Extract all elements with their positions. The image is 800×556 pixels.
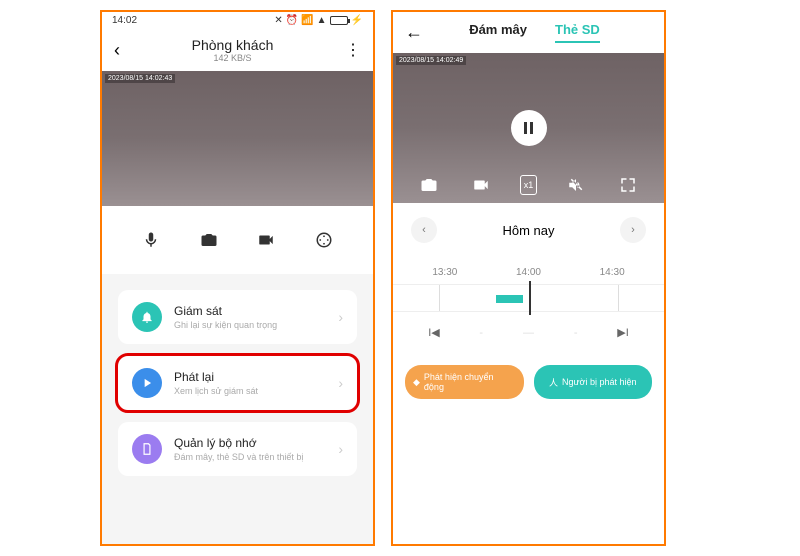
status-right: ✕ ⏰ 📶 ▲ ⚡ (274, 15, 363, 26)
phone-left: 14:02 ✕ ⏰ 📶 ▲ ⚡ ‹ Phòng khách 142 KB/S ⋮… (100, 10, 375, 546)
menu-item-sub: Đám mây, thẻ SD và trên thiết bị (174, 452, 338, 462)
bitrate-label: 142 KB/S (120, 53, 345, 63)
bell-icon (132, 302, 162, 332)
person-icon: 人 (549, 376, 558, 389)
person-filter-pill[interactable]: 人 Người bị phát hiện (534, 365, 653, 399)
ptz-button[interactable] (312, 228, 336, 252)
tab-sd[interactable]: Thẻ SD (555, 22, 600, 43)
skip-prev-button[interactable]: I◀ (419, 326, 449, 339)
header: ‹ Phòng khách 142 KB/S ⋮ (102, 29, 373, 71)
back-button[interactable]: ← (405, 22, 423, 43)
rewind-button[interactable]: - (466, 327, 496, 339)
camera-timestamp: 2023/08/15 14:02:49 (396, 56, 466, 65)
date-label: Hôm nay (502, 223, 554, 238)
chevron-right-icon: › (338, 375, 343, 391)
camera-timestamp: 2023/08/15 14:02:43 (105, 74, 175, 83)
mute-icon[interactable] (562, 175, 590, 195)
forward-button[interactable]: - (561, 327, 591, 339)
menu-item-sub: Xem lịch sử giám sát (174, 386, 338, 396)
menu-item-sub: Ghi lại sự kiện quan trọng (174, 320, 338, 330)
playback-preview[interactable]: 2023/08/15 14:02:49 x1 (393, 53, 664, 203)
record-icon[interactable] (467, 175, 495, 195)
tab-cloud[interactable]: Đám mây (469, 22, 527, 43)
dnd-icon: ✕ (274, 15, 282, 26)
menu-item-playback[interactable]: Phát lại Xem lịch sử giám sát › (118, 356, 357, 410)
timeline-controls: I◀ - — - ▶I (393, 312, 664, 353)
alarm-icon: ⏰ (286, 15, 298, 26)
skip-next-button[interactable]: ▶I (608, 326, 638, 339)
time-label: 13:30 (432, 267, 457, 278)
playback-tabs: ← Đám mây Thẻ SD (393, 12, 664, 53)
detection-filters: ◆ Phát hiện chuyển động 人 Người bị phát … (393, 353, 664, 411)
camera-preview[interactable]: 2023/08/15 14:02:43 (102, 71, 373, 206)
next-day-button[interactable]: › (620, 217, 646, 243)
storage-icon (132, 434, 162, 464)
phone-right: ← Đám mây Thẻ SD 2023/08/15 14:02:49 x1 … (391, 10, 666, 546)
signal-icon: 📶 (301, 15, 313, 26)
status-time: 14:02 (112, 15, 137, 26)
timeline-segment (496, 295, 523, 303)
wifi-icon: ▲ (317, 15, 327, 26)
menu-item-monitor[interactable]: Giám sát Ghi lại sự kiện quan trọng › (118, 290, 357, 344)
date-nav: ‹ Hôm nay › (393, 203, 664, 257)
time-label: 14:30 (600, 267, 625, 278)
pill-label: Phát hiện chuyển động (424, 372, 516, 392)
record-button[interactable] (254, 228, 278, 252)
battery-icon (330, 16, 348, 25)
fullscreen-icon[interactable] (614, 175, 642, 195)
menu-item-title: Quản lý bộ nhớ (174, 436, 338, 450)
mic-button[interactable] (139, 228, 163, 252)
chevron-right-icon: › (338, 309, 343, 325)
snapshot-icon[interactable] (415, 175, 443, 195)
menu-item-storage[interactable]: Quản lý bộ nhớ Đám mây, thẻ SD và trên t… (118, 422, 357, 476)
action-row (102, 206, 373, 274)
pause-button[interactable] (511, 110, 547, 146)
timeline-track[interactable] (393, 284, 664, 312)
prev-day-button[interactable]: ‹ (411, 217, 437, 243)
motion-icon: ◆ (413, 377, 420, 388)
menu-item-title: Giám sát (174, 304, 338, 318)
speed-icon[interactable]: x1 (520, 175, 538, 195)
charge-icon: ⚡ (351, 15, 363, 26)
playback-controls: x1 (393, 167, 664, 203)
empty-space (393, 411, 664, 544)
time-label: 14:00 (516, 267, 541, 278)
menu-item-title: Phát lại (174, 370, 338, 384)
motion-filter-pill[interactable]: ◆ Phát hiện chuyển động (405, 365, 524, 399)
more-button[interactable]: ⋮ (345, 40, 361, 60)
pill-label: Người bị phát hiện (562, 377, 636, 387)
play-icon (132, 368, 162, 398)
status-bar: 14:02 ✕ ⏰ 📶 ▲ ⚡ (102, 12, 373, 29)
menu-list: Giám sát Ghi lại sự kiện quan trọng › Ph… (102, 274, 373, 544)
chevron-right-icon: › (338, 441, 343, 457)
snapshot-button[interactable] (197, 228, 221, 252)
timeline: 13:30 14:00 14:30 I◀ - — - ▶I (393, 257, 664, 353)
page-title: Phòng khách (120, 37, 345, 53)
timeline-cursor[interactable] (529, 281, 531, 315)
dash: — (514, 327, 544, 339)
